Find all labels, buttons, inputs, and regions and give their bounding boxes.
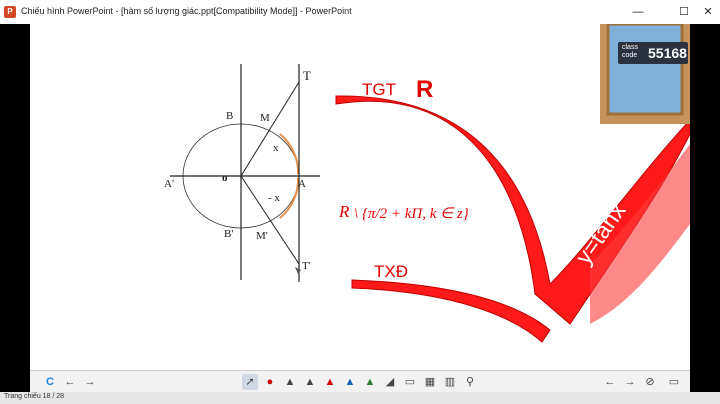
label-B: B [226,110,234,122]
logo-number: 55168 [648,45,687,61]
pen-green-icon[interactable]: ▲ [362,374,378,390]
clipboard-icon[interactable]: C [42,374,58,390]
monitor-icon[interactable]: ▭ [666,374,682,390]
label-A: A [298,178,306,190]
right-margin [690,24,720,370]
back-arrow-icon[interactable]: ← [62,374,78,390]
close-button[interactable]: ✕ [700,4,716,20]
presenter-toolbar: C ← → ➚ ● ▲ ▲ ▲ ▲ ▲ ◢ ▭ ▦ ▥ ⚲ ← → ⊘ ▭ [30,370,690,393]
maximize-button[interactable]: ☐ [676,4,692,20]
window-title: Chiếu hình PowerPoint - [hàm số lượng gi… [21,6,352,16]
laser-pen-icon[interactable]: ● [262,374,278,390]
eraser-icon[interactable]: ◢ [382,374,398,390]
slide-view-icon[interactable]: ▭ [402,374,418,390]
slide-graphic [170,24,690,343]
txd-label: TXĐ [374,262,408,281]
status-bar: Trang chiếu 18 / 28 [0,392,720,404]
pen-icon[interactable]: ▲ [282,374,298,390]
label-A-prime: A' [164,178,174,190]
label-x: x [273,142,279,154]
label-T: T [303,68,311,83]
classcode-logo: class code 55168 [618,42,688,64]
left-margin [0,24,30,370]
domain-R: R [339,202,350,221]
title-bar: P Chiếu hình PowerPoint - [hàm số lượng … [0,0,720,24]
chart-view-icon[interactable]: ▥ [442,374,458,390]
slide-canvas: T M B x A' o A - x B' M' T' TGT R R \ {π… [30,24,690,370]
slide-counter: Trang chiếu 18 / 28 [4,393,65,400]
label-M: M [260,112,270,124]
label-M-prime: M' [256,230,268,242]
minimize-button[interactable]: — [630,4,646,20]
hide-icon[interactable]: ⊘ [642,374,658,390]
label-B-prime: B' [224,228,234,240]
label-minus-x: - x [268,192,280,204]
pen-red-icon[interactable]: ▲ [322,374,338,390]
pointer-icon[interactable]: ➚ [242,374,258,390]
pen-blue-icon[interactable]: ▲ [342,374,358,390]
label-O: o [222,172,228,184]
tgt-symbol: R [416,76,434,103]
tgt-label: TGT [362,80,396,99]
highlighter-icon[interactable]: ▲ [302,374,318,390]
zoom-icon[interactable]: ⚲ [462,374,478,390]
grid-view-icon[interactable]: ▦ [422,374,438,390]
forward-arrow-icon[interactable]: → [82,374,98,390]
domain-set: \ {π/2 + kΠ, k ∈ z} [354,206,469,222]
prev-slide-icon[interactable]: ← [602,374,618,390]
label-T-prime: T' [302,260,311,272]
next-slide-icon[interactable]: → [622,374,638,390]
powerpoint-icon: P [4,6,16,18]
